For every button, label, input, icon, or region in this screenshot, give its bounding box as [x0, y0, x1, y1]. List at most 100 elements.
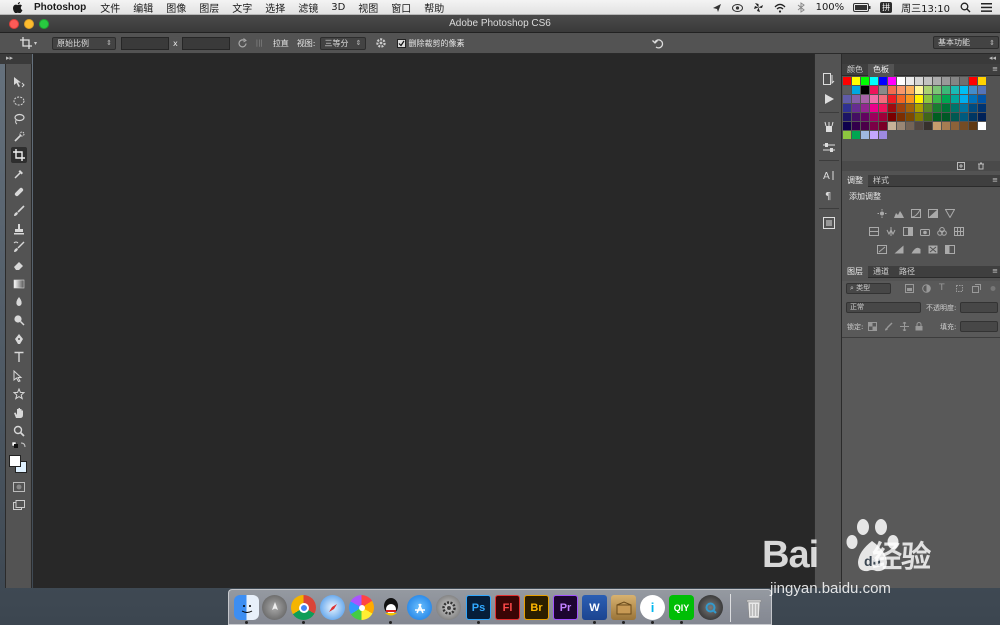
crop-settings-gear-icon[interactable] [375, 37, 387, 49]
swap-dimensions-icon[interactable] [237, 37, 248, 49]
color-swatch[interactable] [879, 95, 887, 103]
lock-all-icon[interactable] [915, 322, 923, 334]
pinwheel-icon[interactable] [753, 2, 765, 14]
black-white-icon[interactable] [903, 227, 913, 236]
straighten-button[interactable]: 拉直 [273, 38, 289, 49]
filter-toggle-icon[interactable] [990, 284, 996, 296]
color-swatch[interactable] [906, 86, 914, 94]
color-swatch[interactable] [861, 77, 869, 85]
color-swatch[interactable] [843, 77, 851, 85]
color-swatch[interactable] [843, 95, 851, 103]
color-swatch[interactable] [960, 113, 968, 121]
apple-menu-icon[interactable] [12, 1, 24, 13]
type-layer-filter-icon[interactable]: T [939, 283, 945, 293]
move-tool-icon[interactable] [11, 74, 27, 90]
menu-select[interactable]: 选择 [265, 0, 285, 15]
eraser-tool-icon[interactable] [11, 257, 27, 273]
foreground-color-swatch[interactable] [9, 455, 21, 467]
color-swatch[interactable] [888, 86, 896, 94]
color-swatch[interactable] [960, 77, 968, 85]
color-swatch[interactable] [933, 77, 941, 85]
color-swatch[interactable] [915, 104, 923, 112]
smart-object-filter-icon[interactable] [972, 284, 981, 296]
panel-menu-icon[interactable]: ≡ [992, 176, 998, 184]
color-swatch[interactable] [897, 77, 905, 85]
gradient-tool-icon[interactable] [11, 276, 27, 292]
photoshop-dock-icon[interactable]: Ps [466, 595, 491, 620]
history-brush-tool-icon[interactable] [11, 239, 27, 255]
color-swatch[interactable] [942, 86, 950, 94]
color-swatch[interactable] [870, 95, 878, 103]
color-swatch[interactable] [861, 86, 869, 94]
color-swatch[interactable] [843, 113, 851, 121]
color-swatch[interactable] [969, 113, 977, 121]
color-swatch[interactable] [915, 113, 923, 121]
color-swatch[interactable] [969, 86, 977, 94]
paragraph-panel-icon[interactable]: ¶ [822, 188, 836, 202]
color-swatch[interactable] [843, 122, 851, 130]
flash-dock-icon[interactable]: Fl [495, 595, 520, 620]
eye-icon[interactable] [732, 2, 744, 14]
color-swatch[interactable] [915, 77, 923, 85]
custom-shape-tool-icon[interactable] [11, 386, 27, 402]
color-swatch[interactable] [861, 95, 869, 103]
color-swatch[interactable] [924, 77, 932, 85]
menu-view[interactable]: 视图 [358, 0, 378, 15]
launchpad-dock-icon[interactable] [262, 595, 287, 620]
reset-crop-icon[interactable] [652, 37, 665, 49]
color-swatch[interactable] [870, 86, 878, 94]
color-swatch[interactable] [888, 77, 896, 85]
delete-cropped-checkbox[interactable] [396, 38, 406, 48]
color-swatch[interactable] [969, 122, 977, 130]
qq-dock-icon[interactable] [378, 595, 403, 620]
adjustment-layer-filter-icon[interactable] [922, 284, 931, 296]
color-swatch[interactable] [861, 131, 869, 139]
history-panel-icon[interactable] [822, 72, 836, 86]
color-swatch[interactable] [942, 113, 950, 121]
clone-source-panel-icon[interactable] [822, 140, 836, 154]
photos-dock-icon[interactable] [349, 595, 374, 620]
menu-window[interactable]: 窗口 [391, 0, 411, 15]
type-tool-icon[interactable] [11, 349, 27, 365]
color-swatch[interactable] [933, 95, 941, 103]
color-swatch[interactable] [852, 86, 860, 94]
lock-position-icon[interactable] [900, 321, 909, 334]
channel-mixer-icon[interactable] [937, 227, 947, 236]
document-canvas-area[interactable] [33, 54, 814, 588]
threshold-icon[interactable] [911, 245, 921, 254]
color-swatch[interactable] [906, 95, 914, 103]
color-swatch[interactable] [924, 122, 932, 130]
archive-utility-dock-icon[interactable] [611, 595, 636, 620]
quick-mask-icon[interactable] [11, 479, 27, 495]
menu-file[interactable]: 文件 [100, 0, 120, 15]
color-swatch[interactable] [870, 131, 878, 139]
color-swatch[interactable] [906, 122, 914, 130]
brightness-contrast-icon[interactable] [877, 209, 887, 218]
menu-layer[interactable]: 图层 [199, 0, 219, 15]
actions-panel-icon[interactable] [822, 92, 836, 106]
color-swatch[interactable] [906, 113, 914, 121]
lock-image-pixels-icon[interactable] [884, 322, 893, 334]
premiere-dock-icon[interactable]: Pr [553, 595, 578, 620]
color-swatch[interactable] [915, 122, 923, 130]
photo-filter-icon[interactable] [920, 227, 930, 236]
color-swatch[interactable] [888, 113, 896, 121]
brush-presets-panel-icon[interactable] [822, 120, 836, 134]
path-selection-tool-icon[interactable] [11, 368, 27, 384]
panel-menu-icon[interactable]: ≡ [992, 267, 998, 275]
finder-dock-icon[interactable] [234, 595, 259, 620]
menu-filter[interactable]: 滤镜 [298, 0, 318, 15]
color-swatch[interactable] [870, 113, 878, 121]
color-swatch[interactable] [951, 95, 959, 103]
color-swatch[interactable] [879, 104, 887, 112]
crop-height-input[interactable] [181, 36, 230, 50]
color-swatch[interactable] [924, 86, 932, 94]
color-swatch[interactable] [879, 131, 887, 139]
color-swatch[interactable] [951, 104, 959, 112]
spotlight-search-icon[interactable] [959, 2, 971, 14]
app-menu-photoshop[interactable]: Photoshop [34, 2, 86, 13]
gradient-map-icon[interactable] [928, 245, 938, 254]
color-swatch[interactable] [942, 122, 950, 130]
color-swatch[interactable] [897, 104, 905, 112]
safari-dock-icon[interactable] [320, 595, 345, 620]
